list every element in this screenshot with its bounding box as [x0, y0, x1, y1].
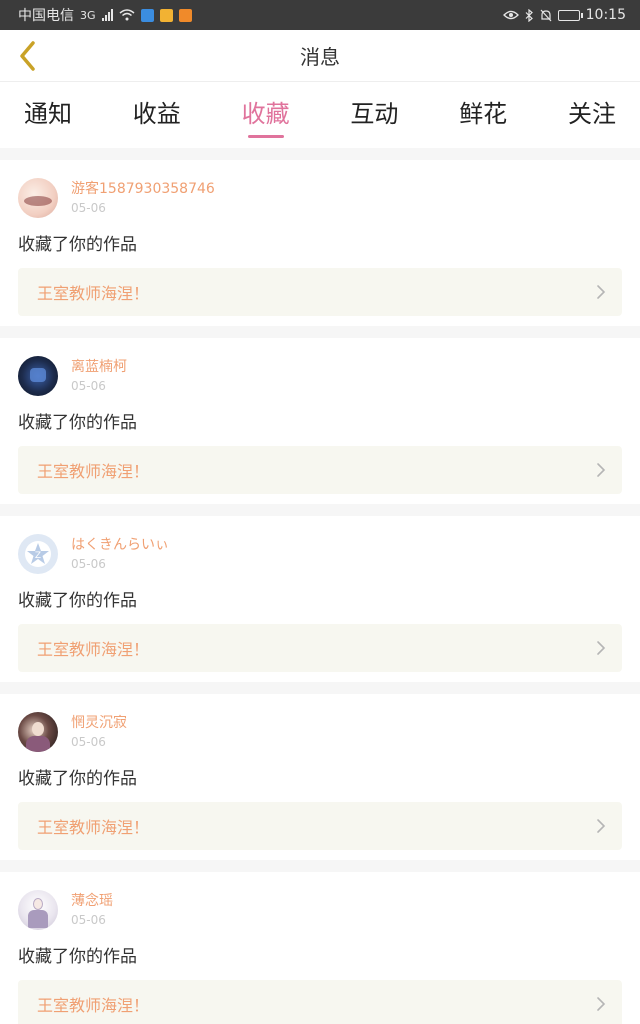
user-meta: はくきんらいぃ 05-06 [71, 536, 169, 573]
notification-text: 收藏了你的作品 [18, 591, 137, 611]
tab-notice[interactable]: 通知 [24, 94, 72, 129]
battery-icon [557, 9, 583, 21]
work-link[interactable]: 王室教师海涅！ [18, 802, 622, 850]
chevron-right-icon [597, 285, 606, 299]
status-bar-right: 10:15 [502, 7, 626, 23]
avatar[interactable] [18, 356, 58, 396]
work-link[interactable]: 王室教师海涅！ [18, 446, 622, 494]
tab-flowers[interactable]: 鲜花 [459, 94, 507, 129]
notification-header: Z はくきんらいぃ 05-06 [18, 532, 622, 576]
status-bar: 中国电信 3G 10:15 [0, 0, 640, 30]
back-button[interactable] [10, 38, 46, 74]
svg-text:Z: Z [35, 551, 41, 561]
username[interactable]: 游客1587930358746 [71, 180, 215, 198]
network-type-label: 3G [80, 8, 96, 22]
username[interactable]: 惘灵沉寂 [71, 714, 127, 732]
username[interactable]: 薄念瑶 [71, 892, 113, 910]
tab-following[interactable]: 关注 [568, 94, 616, 129]
notification-item: 游客1587930358746 05-06 收藏了你的作品 王室教师海涅！ [0, 160, 640, 326]
work-link[interactable]: 王室教师海涅！ [18, 624, 622, 672]
notification-date: 05-06 [71, 734, 106, 749]
tab-earnings[interactable]: 收益 [133, 94, 181, 129]
user-meta: 薄念瑶 05-06 [71, 892, 113, 929]
chevron-left-icon [20, 41, 35, 71]
signal-icon [101, 9, 113, 21]
notification-date: 05-06 [71, 200, 106, 215]
notification-date: 05-06 [71, 556, 106, 571]
eye-icon [502, 10, 519, 20]
notification-item: 薄念瑶 05-06 收藏了你的作品 王室教师海涅！ [0, 872, 640, 1024]
wifi-icon [119, 9, 135, 21]
notification-item: Z はくきんらいぃ 05-06 收藏了你的作品 王室教师海涅！ [0, 516, 640, 682]
bluetooth-icon [525, 8, 533, 22]
work-title: 王室教师海涅！ [37, 462, 150, 481]
clock-label: 10:15 [585, 7, 626, 23]
avatar[interactable] [18, 890, 58, 930]
notification-header: 游客1587930358746 05-06 [18, 176, 622, 220]
carrier-label: 中国电信 [18, 8, 74, 24]
chevron-right-icon [597, 463, 606, 477]
work-title: 王室教师海涅！ [37, 284, 150, 303]
nav-bar: 消息 [0, 30, 640, 82]
app-notification-icon-2 [178, 8, 192, 22]
work-title: 王室教师海涅！ [37, 818, 150, 837]
notification-header: 离蓝楠柯 05-06 [18, 354, 622, 398]
notification-text: 收藏了你的作品 [18, 235, 137, 255]
work-link[interactable]: 王室教师海涅！ [18, 268, 622, 316]
notification-header: 惘灵沉寂 05-06 [18, 710, 622, 754]
tab-favorites[interactable]: 收藏 [242, 94, 290, 138]
notification-item: 离蓝楠柯 05-06 收藏了你的作品 王室教师海涅！ [0, 338, 640, 504]
shield-app-icon [140, 8, 154, 22]
notification-item: 惘灵沉寂 05-06 收藏了你的作品 王室教师海涅！ [0, 694, 640, 860]
notification-date: 05-06 [71, 378, 106, 393]
username[interactable]: 离蓝楠柯 [71, 358, 127, 376]
tab-bar: 通知 收益 收藏 互动 鲜花 关注 [0, 82, 640, 148]
tab-interaction[interactable]: 互动 [350, 94, 398, 129]
chevron-right-icon [597, 641, 606, 655]
work-title: 王室教师海涅！ [37, 996, 150, 1015]
mute-bell-icon [540, 9, 552, 21]
chevron-right-icon [597, 997, 606, 1011]
user-meta: 离蓝楠柯 05-06 [71, 358, 127, 395]
status-bar-left: 中国电信 3G [18, 5, 192, 25]
avatar[interactable] [18, 178, 58, 218]
avatar[interactable] [18, 712, 58, 752]
notification-header: 薄念瑶 05-06 [18, 888, 622, 932]
work-link[interactable]: 王室教师海涅！ [18, 980, 622, 1024]
notification-text: 收藏了你的作品 [18, 413, 137, 433]
chevron-right-icon [597, 819, 606, 833]
user-meta: 游客1587930358746 05-06 [71, 180, 215, 217]
notification-text: 收藏了你的作品 [18, 769, 137, 789]
user-meta: 惘灵沉寂 05-06 [71, 714, 127, 751]
notification-text: 收藏了你的作品 [18, 947, 137, 967]
default-avatar-icon: Z [25, 541, 51, 567]
work-title: 王室教师海涅！ [37, 640, 150, 659]
app-notification-icon [159, 8, 173, 22]
notification-list: 游客1587930358746 05-06 收藏了你的作品 王室教师海涅！ 离蓝… [0, 160, 640, 1024]
username[interactable]: はくきんらいぃ [71, 536, 169, 554]
avatar[interactable]: Z [18, 534, 58, 574]
page-title: 消息 [300, 45, 340, 69]
notification-date: 05-06 [71, 912, 106, 927]
